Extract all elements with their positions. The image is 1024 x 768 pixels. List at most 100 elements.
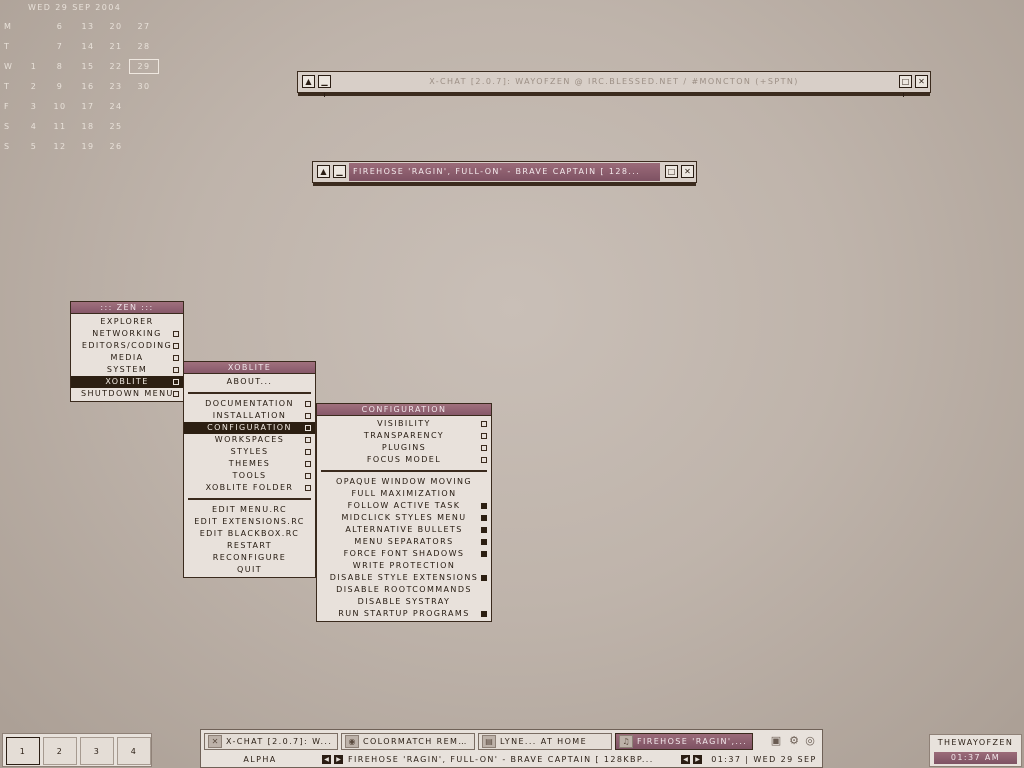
- calendar-date[interactable]: 2: [22, 82, 46, 91]
- calendar-date[interactable]: 23: [104, 82, 128, 91]
- menu-item[interactable]: TRANSPARENCY: [317, 430, 491, 442]
- now-playing-title[interactable]: FIREHOSE 'RAGIN', FULL-ON' - BRAVE CAPTA…: [348, 753, 678, 767]
- calendar-date[interactable]: 8: [48, 62, 72, 71]
- task-button[interactable]: ◉ COLORMATCH REMI...: [341, 733, 475, 750]
- calendar-date[interactable]: 18: [76, 122, 100, 131]
- calendar-date[interactable]: 11: [48, 122, 72, 131]
- window-minimize-button[interactable]: ▁: [333, 165, 346, 178]
- menu-item[interactable]: PLUGINS: [317, 442, 491, 454]
- window-minimize-button[interactable]: ▁: [318, 75, 331, 88]
- taskbar-clock[interactable]: 01:37 | WED 29 SEP: [708, 753, 820, 767]
- workspace-1[interactable]: 1: [6, 737, 40, 765]
- calendar-date[interactable]: 10: [48, 102, 72, 111]
- menu-item[interactable]: VISIBILITY: [317, 418, 491, 430]
- calendar-date[interactable]: 27: [132, 22, 156, 31]
- menu-item[interactable]: RECONFIGURE: [184, 552, 315, 564]
- menu-toggle-item[interactable]: FOLLOW ACTIVE TASK: [317, 500, 491, 512]
- menu-toggle-item[interactable]: WRITE PROTECTION: [317, 560, 491, 572]
- task-button[interactable]: ♫ FIREHOSE 'RAGIN',...: [615, 733, 753, 750]
- menu-item[interactable]: QUIT: [184, 564, 315, 576]
- menu-item[interactable]: FOCUS MODEL: [317, 454, 491, 466]
- calendar-date[interactable]: 30: [132, 82, 156, 91]
- window-close-button[interactable]: ✕: [681, 165, 694, 178]
- menu-item[interactable]: THEMES: [184, 458, 315, 470]
- calendar-date[interactable]: 24: [104, 102, 128, 111]
- window-maximize-button[interactable]: □: [665, 165, 678, 178]
- calendar-date[interactable]: 29: [129, 59, 159, 74]
- menu-item[interactable]: RESTART: [184, 540, 315, 552]
- calendar-date[interactable]: 5: [22, 142, 46, 151]
- calendar-date[interactable]: 14: [76, 42, 100, 51]
- window-title[interactable]: X-CHAT [2.0.7]: WAYOFZEN @ IRC.BLESSED.N…: [338, 72, 890, 92]
- menu-item[interactable]: EXPLORER: [71, 316, 183, 328]
- calendar-date[interactable]: 9: [48, 82, 72, 91]
- calendar-date[interactable]: 1: [22, 62, 46, 71]
- prev-task-button[interactable]: ◀: [681, 755, 690, 764]
- calendar-date[interactable]: 28: [132, 42, 156, 51]
- workspace-3[interactable]: 3: [80, 737, 114, 765]
- calendar-date[interactable]: 26: [104, 142, 128, 151]
- calendar-date[interactable]: 3: [22, 102, 46, 111]
- window-maximize-button[interactable]: □: [899, 75, 912, 88]
- menu-item[interactable]: CONFIGURATION: [184, 422, 315, 434]
- calendar-date[interactable]: 6: [48, 22, 72, 31]
- window-shade-button[interactable]: ▲: [302, 75, 315, 88]
- window-handle[interactable]: [313, 183, 696, 186]
- menu-item[interactable]: MEDIA: [71, 352, 183, 364]
- menu-item[interactable]: STYLES: [184, 446, 315, 458]
- resize-grip-right[interactable]: [903, 93, 904, 97]
- calendar-date[interactable]: 13: [76, 22, 100, 31]
- calendar-date[interactable]: 20: [104, 22, 128, 31]
- xchat-window[interactable]: ▲ ▁ X-CHAT [2.0.7]: WAYOFZEN @ IRC.BLESS…: [297, 71, 931, 97]
- menu-item-about[interactable]: ABOUT...: [184, 376, 315, 388]
- menu-item[interactable]: XOBLITE FOLDER: [184, 482, 315, 494]
- menu-toggle-item[interactable]: RUN STARTUP PROGRAMS: [317, 608, 491, 620]
- workspace-2[interactable]: 2: [43, 737, 77, 765]
- calendar-date[interactable]: 15: [76, 62, 100, 71]
- menu-toggle-item[interactable]: MENU SEPARATORS: [317, 536, 491, 548]
- calendar-date[interactable]: 7: [48, 42, 72, 51]
- window-handle[interactable]: [298, 93, 930, 96]
- calendar-date[interactable]: 21: [104, 42, 128, 51]
- calendar-date[interactable]: 19: [76, 142, 100, 151]
- tray-update-icon[interactable]: ◎: [802, 733, 818, 749]
- calendar-date[interactable]: 17: [76, 102, 100, 111]
- task-button[interactable]: ▤ LYNE... AT HOME: [478, 733, 612, 750]
- menu-toggle-item[interactable]: DISABLE SYSTRAY: [317, 596, 491, 608]
- calendar-date[interactable]: 25: [104, 122, 128, 131]
- next-workspace-button[interactable]: ▶: [334, 755, 343, 764]
- calendar-date[interactable]: 22: [104, 62, 128, 71]
- tray-volume-icon[interactable]: ▣: [768, 733, 784, 749]
- player-window[interactable]: ▲ ▁ FIREHOSE 'RAGIN', FULL-ON' - BRAVE C…: [312, 161, 697, 186]
- menu-toggle-item[interactable]: ALTERNATIVE BULLETS: [317, 524, 491, 536]
- window-close-button[interactable]: ✕: [915, 75, 928, 88]
- menu-item[interactable]: EDIT EXTENSIONS.RC: [184, 516, 315, 528]
- clock-time[interactable]: 01:37 AM: [934, 752, 1017, 764]
- task-button[interactable]: ✕ X-CHAT [2.0.7]: W...: [204, 733, 338, 750]
- menu-item[interactable]: EDIT MENU.RC: [184, 504, 315, 516]
- menu-toggle-item[interactable]: FULL MAXIMIZATION: [317, 488, 491, 500]
- window-title[interactable]: FIREHOSE 'RAGIN', FULL-ON' - BRAVE CAPTA…: [349, 163, 660, 181]
- tray-network-icon[interactable]: ⚙: [786, 733, 802, 749]
- calendar-date[interactable]: 4: [22, 122, 46, 131]
- menu-item[interactable]: TOOLS: [184, 470, 315, 482]
- next-task-button[interactable]: ▶: [693, 755, 702, 764]
- window-shade-button[interactable]: ▲: [317, 165, 330, 178]
- resize-grip-left[interactable]: [324, 93, 325, 97]
- calendar-date[interactable]: 12: [48, 142, 72, 151]
- prev-workspace-button[interactable]: ◀: [322, 755, 331, 764]
- workspace-name[interactable]: ALPHA: [205, 753, 315, 767]
- menu-toggle-item[interactable]: OPAQUE WINDOW MOVING: [317, 476, 491, 488]
- menu-item[interactable]: SYSTEM: [71, 364, 183, 376]
- menu-item[interactable]: SHUTDOWN MENU: [71, 388, 183, 400]
- menu-item[interactable]: EDITORS/CODING: [71, 340, 183, 352]
- menu-item[interactable]: XOBLITE: [71, 376, 183, 388]
- menu-toggle-item[interactable]: FORCE FONT SHADOWS: [317, 548, 491, 560]
- menu-toggle-item[interactable]: DISABLE STYLE EXTENSIONS: [317, 572, 491, 584]
- menu-item[interactable]: INSTALLATION: [184, 410, 315, 422]
- menu-toggle-item[interactable]: MIDCLICK STYLES MENU: [317, 512, 491, 524]
- calendar-date[interactable]: 16: [76, 82, 100, 91]
- workspace-4[interactable]: 4: [117, 737, 151, 765]
- menu-item[interactable]: EDIT BLACKBOX.RC: [184, 528, 315, 540]
- menu-item[interactable]: DOCUMENTATION: [184, 398, 315, 410]
